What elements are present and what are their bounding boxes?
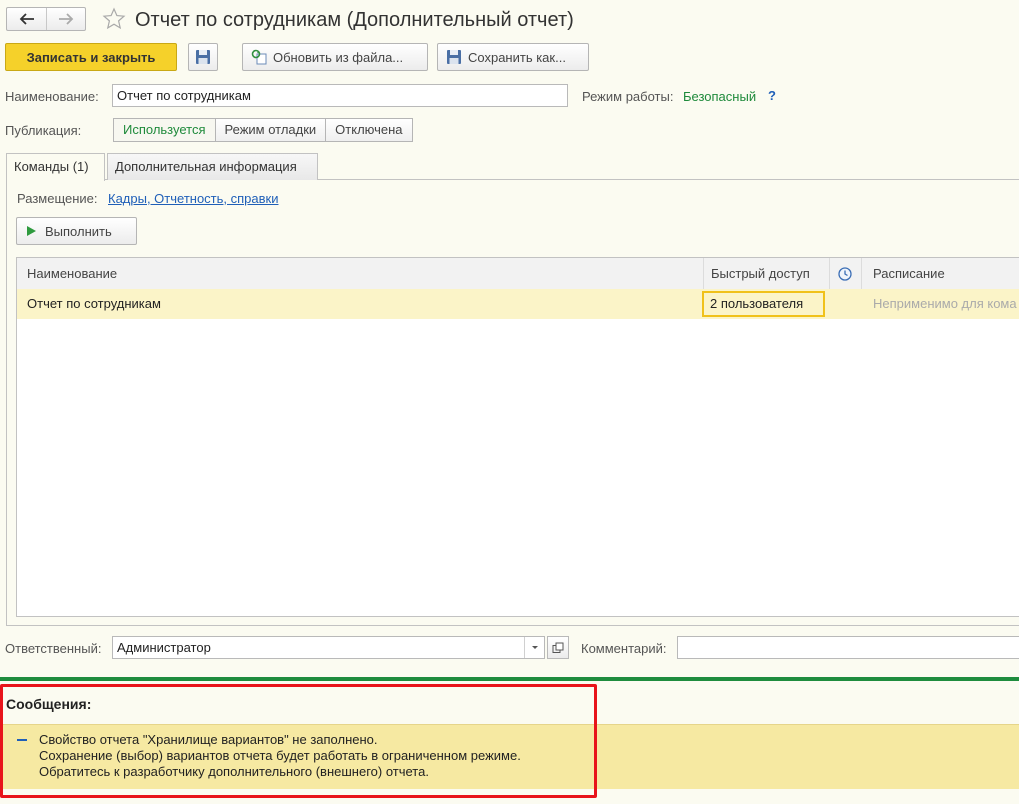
- comment-input[interactable]: [677, 636, 1019, 659]
- col-header-quick-access[interactable]: Быстрый доступ: [711, 258, 810, 289]
- mode-value-link[interactable]: Безопасный: [683, 89, 756, 104]
- publication-switch: Используется Режим отладки Отключена: [113, 118, 413, 142]
- responsible-label: Ответственный:: [5, 641, 102, 656]
- responsible-open-button[interactable]: [547, 636, 569, 659]
- publication-option-disabled[interactable]: Отключена: [326, 118, 413, 142]
- col-header-schedule[interactable]: Расписание: [873, 258, 945, 289]
- update-from-file-label: Обновить из файла...: [273, 49, 404, 65]
- publication-label: Публикация:: [5, 123, 82, 138]
- star-outline-icon: [102, 7, 126, 30]
- placement-label: Размещение:: [17, 191, 98, 206]
- mode-label: Режим работы:: [582, 89, 674, 104]
- tab-additional-info[interactable]: Дополнительная информация: [107, 153, 318, 180]
- mode-help-icon[interactable]: ?: [768, 88, 776, 103]
- run-button[interactable]: Выполнить: [16, 217, 137, 245]
- save-as-label: Сохранить как...: [468, 49, 566, 65]
- favorite-star-button[interactable]: [102, 7, 126, 31]
- chevron-down-icon: [531, 645, 538, 649]
- col-header-name[interactable]: Наименование: [27, 258, 117, 289]
- row-name-cell: Отчет по сотрудникам: [27, 296, 161, 311]
- responsible-input[interactable]: Администратор: [112, 636, 545, 659]
- commands-table: Наименование Быстрый доступ Расписание О…: [16, 257, 1019, 617]
- placement-link[interactable]: Кадры, Отчетность, справки: [108, 191, 279, 206]
- highlight-frame: [0, 684, 597, 798]
- run-label: Выполнить: [45, 223, 112, 239]
- back-button[interactable]: [7, 8, 48, 30]
- save-and-close-button[interactable]: Записать и закрыть: [5, 43, 177, 71]
- publication-option-debug[interactable]: Режим отладки: [215, 118, 327, 142]
- name-label: Наименование:: [5, 89, 99, 104]
- save-button[interactable]: [188, 43, 218, 71]
- table-header: [17, 258, 1019, 290]
- publication-option-used[interactable]: Используется: [113, 118, 216, 142]
- arrow-left-icon: [19, 13, 34, 25]
- refresh-file-icon: [251, 49, 267, 65]
- save-as-button[interactable]: Сохранить как...: [437, 43, 589, 71]
- play-icon: [27, 226, 36, 236]
- save-as-icon: [447, 50, 461, 64]
- window-title: Отчет по сотрудникам (Дополнительный отч…: [135, 9, 574, 31]
- floppy-disk-icon: [196, 50, 210, 64]
- table-row[interactable]: Отчет по сотрудникам 2 пользователя Непр…: [17, 289, 1019, 319]
- comment-label: Комментарий:: [581, 641, 667, 656]
- arrow-right-icon: [59, 13, 74, 25]
- save-and-close-label: Записать и закрыть: [26, 49, 156, 65]
- responsible-dropdown-button[interactable]: [524, 637, 544, 658]
- nav-group: [6, 7, 86, 31]
- open-in-window-icon: [552, 642, 564, 653]
- update-from-file-button[interactable]: Обновить из файла...: [242, 43, 428, 71]
- row-schedule-cell: Неприменимо для кома: [873, 296, 1017, 311]
- forward-button[interactable]: [47, 8, 85, 30]
- col-header-schedule-indicator[interactable]: [835, 258, 855, 289]
- name-input[interactable]: Отчет по сотрудникам: [112, 84, 568, 107]
- tab-commands[interactable]: Команды (1): [6, 153, 105, 181]
- row-quick-access-cell[interactable]: 2 пользователя: [702, 291, 825, 317]
- clock-icon: [838, 266, 852, 281]
